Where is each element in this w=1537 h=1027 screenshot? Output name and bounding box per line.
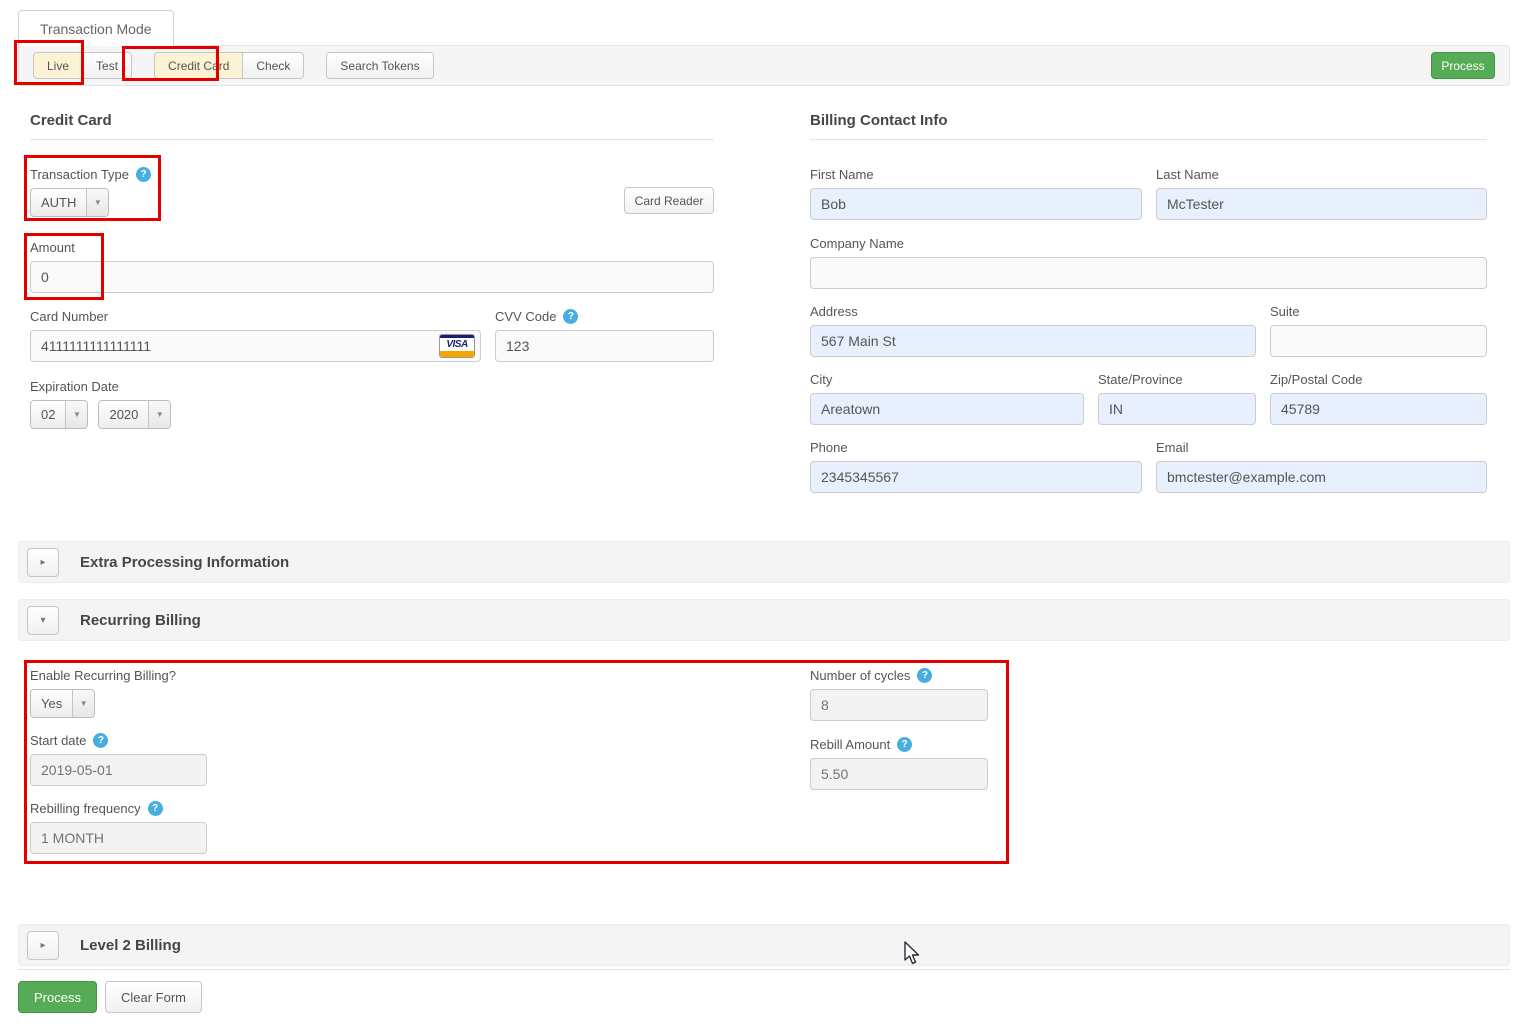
cvv-label: CVV Code ? xyxy=(495,309,714,324)
credit-card-tab-button[interactable]: Credit Card xyxy=(154,52,243,79)
first-name-input[interactable] xyxy=(810,188,1142,220)
payment-type-toggle-group: Credit Card Check xyxy=(154,52,304,79)
first-name-label: First Name xyxy=(810,167,1142,182)
card-number-label: Card Number xyxy=(30,309,481,324)
city-label: City xyxy=(810,372,1084,387)
recurring-billing-fields-right: Number of cycles ? Rebill Amount ? xyxy=(810,668,988,790)
expiration-year-select[interactable]: 2020 ▼ xyxy=(98,400,171,429)
test-toggle-button[interactable]: Test xyxy=(82,52,132,79)
credit-card-section: Credit Card Transaction Type ? AUTH ▼ Ca… xyxy=(30,112,714,429)
expiration-date-label: Expiration Date xyxy=(30,379,714,394)
last-name-input[interactable] xyxy=(1156,188,1487,220)
process-button[interactable]: Process xyxy=(18,981,97,1013)
card-reader-button[interactable]: Card Reader xyxy=(624,187,714,214)
check-tab-button[interactable]: Check xyxy=(242,52,304,79)
start-date-label: Start date ? xyxy=(30,733,430,748)
phone-input[interactable] xyxy=(810,461,1142,493)
transaction-type-help-icon[interactable]: ? xyxy=(136,167,151,182)
amount-label: Amount xyxy=(30,240,714,255)
card-number-field: Card Number VISA xyxy=(30,309,481,362)
enable-recurring-label: Enable Recurring Billing? xyxy=(30,668,430,683)
email-label: Email xyxy=(1156,440,1487,455)
cvv-input[interactable] xyxy=(495,330,714,362)
chevron-down-icon: ▼ xyxy=(65,401,87,428)
chevron-right-icon[interactable]: ▸ xyxy=(27,931,59,960)
enable-recurring-select[interactable]: Yes ▼ xyxy=(30,689,95,718)
billing-contact-title: Billing Contact Info xyxy=(810,112,1487,140)
billing-contact-section: Billing Contact Info First Name Last Nam… xyxy=(810,112,1487,493)
search-tokens-button[interactable]: Search Tokens xyxy=(326,52,433,79)
level2-billing-accordion[interactable]: ▸ Level 2 Billing xyxy=(18,924,1510,966)
recurring-billing-accordion[interactable]: ▾ Recurring Billing xyxy=(18,599,1510,641)
chevron-down-icon: ▼ xyxy=(86,189,108,216)
transaction-type-select[interactable]: AUTH ▼ xyxy=(30,188,109,217)
recurring-billing-title: Recurring Billing xyxy=(80,612,201,629)
footer-actions: Process Clear Form xyxy=(18,981,202,1013)
extra-processing-accordion[interactable]: ▸ Extra Processing Information xyxy=(18,541,1510,583)
cvv-help-icon[interactable]: ? xyxy=(563,309,578,324)
toolbar: Live Test Credit Card Check Search Token… xyxy=(18,45,1510,86)
start-date-help-icon[interactable]: ? xyxy=(93,733,108,748)
address-label: Address xyxy=(810,304,1256,319)
state-label: State/Province xyxy=(1098,372,1256,387)
rebill-amount-label: Rebill Amount ? xyxy=(810,737,988,752)
chevron-down-icon[interactable]: ▾ xyxy=(27,606,59,635)
company-name-input[interactable] xyxy=(810,257,1487,289)
rebilling-frequency-label: Rebilling frequency ? xyxy=(30,801,430,816)
company-name-label: Company Name xyxy=(810,236,1487,251)
rebilling-frequency-help-icon[interactable]: ? xyxy=(148,801,163,816)
extra-processing-title: Extra Processing Information xyxy=(80,554,289,571)
rebilling-frequency-input[interactable] xyxy=(30,822,207,854)
number-of-cycles-input[interactable] xyxy=(810,689,988,721)
amount-input[interactable] xyxy=(30,261,714,293)
live-toggle-button[interactable]: Live xyxy=(33,52,83,79)
zip-input[interactable] xyxy=(1270,393,1487,425)
transaction-type-field: Transaction Type ? AUTH ▼ xyxy=(30,167,151,217)
number-of-cycles-label: Number of cycles ? xyxy=(810,668,988,683)
recurring-billing-fields-left: Enable Recurring Billing? Yes ▼ Start da… xyxy=(30,668,430,854)
card-number-input[interactable] xyxy=(30,330,481,362)
zip-label: Zip/Postal Code xyxy=(1270,372,1487,387)
tab-transaction-mode-label: Transaction Mode xyxy=(40,21,152,37)
number-of-cycles-help-icon[interactable]: ? xyxy=(917,668,932,683)
process-button-top[interactable]: Process xyxy=(1431,52,1495,79)
state-input[interactable] xyxy=(1098,393,1256,425)
clear-form-button[interactable]: Clear Form xyxy=(105,981,202,1013)
level2-billing-title: Level 2 Billing xyxy=(80,937,181,954)
phone-label: Phone xyxy=(810,440,1142,455)
footer-divider xyxy=(18,969,1510,970)
chevron-down-icon: ▼ xyxy=(148,401,170,428)
mode-toggle-group: Live Test xyxy=(33,52,132,79)
rebill-amount-input[interactable] xyxy=(810,758,988,790)
tab-transaction-mode[interactable]: Transaction Mode xyxy=(18,10,174,46)
rebill-amount-help-icon[interactable]: ? xyxy=(897,737,912,752)
suite-label: Suite xyxy=(1270,304,1487,319)
start-date-input[interactable] xyxy=(30,754,207,786)
suite-input[interactable] xyxy=(1270,325,1487,357)
credit-card-title: Credit Card xyxy=(30,112,714,140)
chevron-right-icon[interactable]: ▸ xyxy=(27,548,59,577)
chevron-down-icon: ▼ xyxy=(72,690,94,717)
last-name-label: Last Name xyxy=(1156,167,1487,182)
cvv-field: CVV Code ? xyxy=(495,309,714,362)
email-input[interactable] xyxy=(1156,461,1487,493)
expiration-month-select[interactable]: 02 ▼ xyxy=(30,400,88,429)
city-input[interactable] xyxy=(810,393,1084,425)
visa-card-icon: VISA xyxy=(439,334,475,358)
transaction-type-label: Transaction Type ? xyxy=(30,167,151,182)
address-input[interactable] xyxy=(810,325,1256,357)
